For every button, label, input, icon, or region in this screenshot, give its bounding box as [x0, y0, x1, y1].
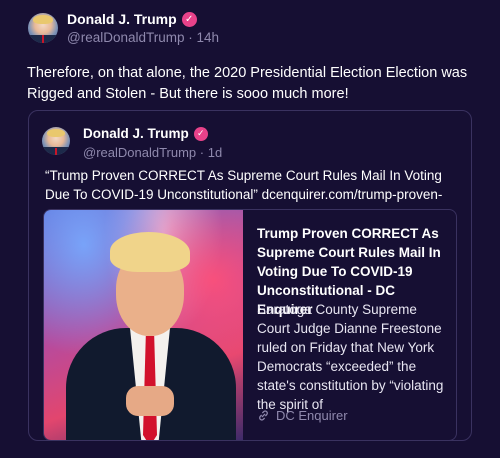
post: Donald J. Trump ✓ @realDonaldTrump · 14h…	[0, 0, 500, 458]
author-handle[interactable]: @realDonaldTrump	[67, 30, 185, 45]
link-preview-source[interactable]: DC Enquirer	[257, 408, 348, 423]
quoted-author-name-row: Donald J. Trump ✓	[83, 126, 208, 141]
link-icon	[259, 410, 268, 421]
quoted-post-time[interactable]: 1d	[208, 145, 222, 160]
link-preview-description: Saratoga County Supreme Court Judge Dian…	[257, 302, 444, 412]
quoted-author-name[interactable]: Donald J. Trump	[83, 126, 189, 141]
verified-badge-icon: ✓	[193, 126, 208, 141]
link-preview-source-label: DC Enquirer	[276, 408, 348, 423]
author-avatar[interactable]	[28, 13, 58, 43]
quoted-author-handle-time: @realDonaldTrump · 1d	[83, 145, 222, 160]
link-preview-image[interactable]	[44, 210, 243, 440]
author-handle-time: @realDonaldTrump · 14h	[67, 30, 219, 45]
post-time[interactable]: 14h	[197, 30, 220, 45]
author-name[interactable]: Donald J. Trump	[67, 11, 177, 27]
quoted-post[interactable]: Donald J. Trump ✓ @realDonaldTrump · 1d …	[28, 110, 472, 441]
quoted-author-handle[interactable]: @realDonaldTrump	[83, 145, 196, 160]
author-name-row: Donald J. Trump ✓	[67, 11, 197, 27]
separator: ·	[188, 30, 193, 45]
post-text: Therefore, on that alone, the 2020 Presi…	[27, 65, 468, 102]
quoted-author-avatar[interactable]	[42, 127, 70, 155]
separator: ·	[199, 145, 205, 160]
link-preview-card[interactable]: Trump Proven CORRECT As Supreme Court Ru…	[43, 209, 457, 441]
verified-badge-icon: ✓	[181, 11, 197, 27]
